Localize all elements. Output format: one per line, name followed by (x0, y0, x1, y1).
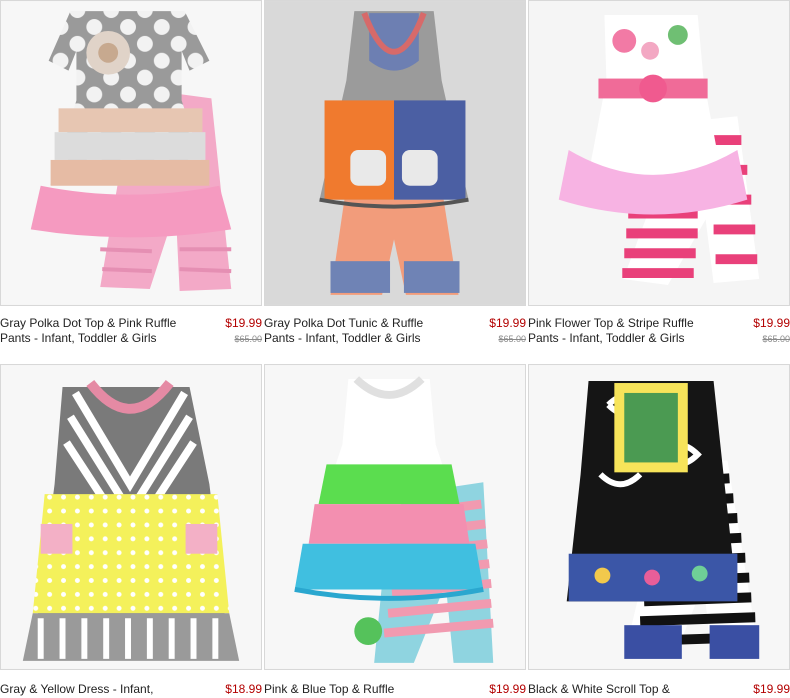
original-price: $65.00 (234, 334, 262, 344)
sale-price: $19.99 (489, 682, 526, 696)
product-image[interactable] (528, 0, 790, 306)
product-card[interactable]: Gray Polka Dot Tunic & Ruffle Pants - In… (264, 0, 526, 362)
sale-price: $18.99 (225, 682, 262, 696)
pink-flower-outfit-illustration (529, 1, 789, 305)
gray-yellow-dress-illustration (1, 365, 261, 669)
sale-price: $19.99 (753, 682, 790, 696)
product-image[interactable] (264, 0, 526, 306)
product-card[interactable]: Gray Polka Dot Top & Pink Ruffle Pants -… (0, 0, 262, 362)
product-image[interactable] (528, 364, 790, 670)
sale-price: $19.99 (753, 316, 790, 330)
gray-polka-dot-outfit-illustration (1, 1, 261, 305)
product-image[interactable] (0, 364, 262, 670)
product-title[interactable]: Black & White Scroll Top & (528, 682, 718, 697)
gray-tunic-outfit-illustration (265, 1, 525, 305)
product-image[interactable] (0, 0, 262, 306)
product-title[interactable]: Gray Polka Dot Top & Pink Ruffle Pants -… (0, 316, 190, 346)
pink-blue-outfit-illustration (265, 365, 525, 669)
product-title[interactable]: Gray & Yellow Dress - Infant, (0, 682, 190, 697)
product-card[interactable]: Pink & Blue Top & Ruffle $19.99 (264, 364, 526, 698)
sale-price: $19.99 (489, 316, 526, 330)
original-price: $65.00 (762, 334, 790, 344)
product-title[interactable]: Pink & Blue Top & Ruffle (264, 682, 454, 697)
product-card[interactable]: Pink Flower Top & Stripe Ruffle Pants - … (528, 0, 790, 362)
product-title[interactable]: Gray Polka Dot Tunic & Ruffle Pants - In… (264, 316, 454, 346)
product-card[interactable]: Black & White Scroll Top & $19.99 (528, 364, 790, 698)
original-price: $65.00 (498, 334, 526, 344)
product-image[interactable] (264, 364, 526, 670)
product-title[interactable]: Pink Flower Top & Stripe Ruffle Pants - … (528, 316, 718, 346)
sale-price: $19.99 (225, 316, 262, 330)
product-grid: Gray Polka Dot Top & Pink Ruffle Pants -… (0, 0, 790, 698)
product-card[interactable]: Gray & Yellow Dress - Infant, $18.99 (0, 364, 262, 698)
black-white-scroll-outfit-illustration (529, 365, 789, 669)
